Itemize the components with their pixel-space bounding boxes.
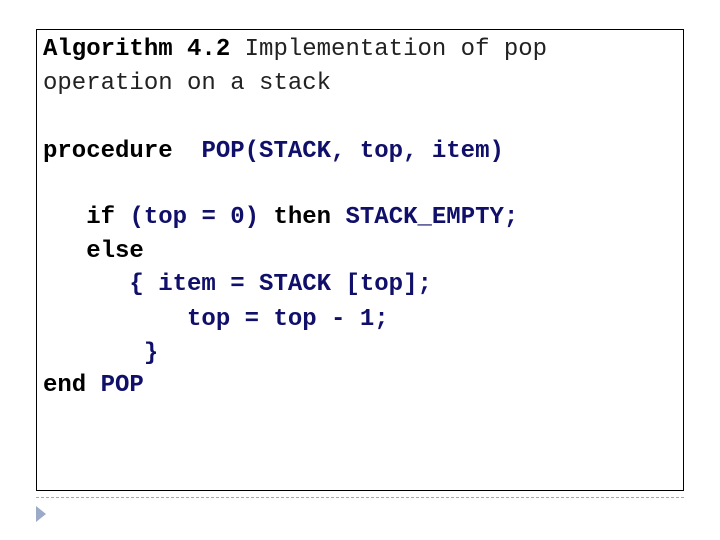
end-name: POP [100,372,144,399]
end-line: end POP [43,372,144,400]
statement-top-decrement: top = top - 1; [187,306,389,333]
procedure-keyword: procedure [43,138,173,165]
if-keyword: if [86,204,116,231]
close-brace-line: } [43,340,158,368]
if-line: if (top = 0) then STACK_EMPTY; [43,204,518,232]
algorithm-label: Algorithm 4.2 [43,36,231,63]
stmt1-line: { item = STACK [top]; [43,271,432,299]
else-line: else [43,238,144,266]
if-condition: (top = 0) [129,204,260,231]
end-keyword: end [43,372,87,399]
algorithm-title-line2: operation on a stack [43,70,332,97]
footer-divider [36,497,684,498]
close-brace: } [143,340,159,367]
triangle-bullet-icon [36,506,46,522]
stmt2-line: top = top - 1; [43,306,389,334]
procedure-signature: POP(STACK, top, item) [201,138,504,165]
else-keyword: else [86,238,144,265]
then-statement: STACK_EMPTY; [345,204,519,231]
then-keyword: then [273,204,332,231]
algorithm-desc: Implementation of pop [230,36,548,63]
algorithm-title-line1: Algorithm 4.2 Implementation of pop [43,36,547,64]
statement-item-assign: { item = STACK [top]; [129,271,432,298]
procedure-line: procedure POP(STACK, top, item) [43,138,504,166]
